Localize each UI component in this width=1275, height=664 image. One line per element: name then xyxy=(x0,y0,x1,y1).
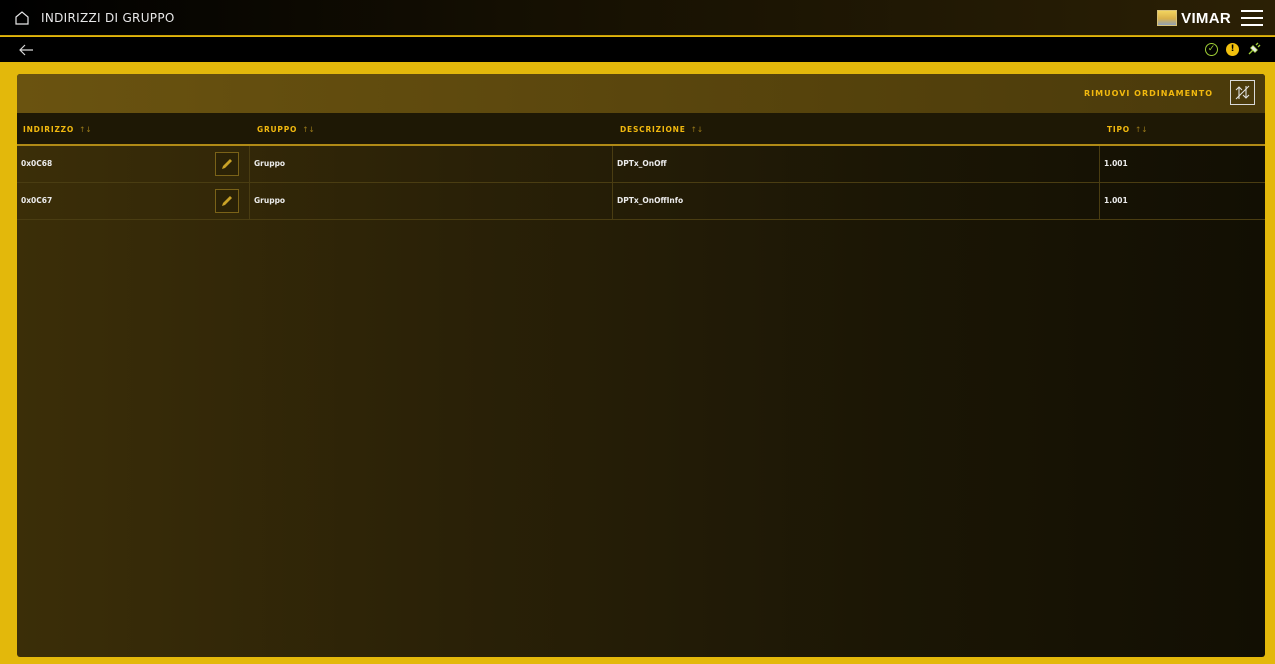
sort-icon: ↑↓ xyxy=(690,125,704,134)
table-row[interactable]: 0x0C67 Gruppo DPTx_OnOffInfo 1.001 xyxy=(17,183,1265,220)
remove-sort-label[interactable]: RIMUOVI ORDINAMENTO xyxy=(1084,89,1213,98)
table-toolbar: RIMUOVI ORDINAMENTO xyxy=(17,74,1265,113)
hamburger-menu-icon[interactable] xyxy=(1241,10,1263,26)
remove-sort-button[interactable] xyxy=(1230,80,1255,105)
sort-icon: ↑↓ xyxy=(1134,125,1148,134)
sort-icon: ↑↓ xyxy=(302,125,315,134)
back-arrow-icon[interactable] xyxy=(18,43,34,57)
pencil-icon xyxy=(222,196,232,206)
home-icon[interactable] xyxy=(14,10,30,26)
plug-icon[interactable] xyxy=(1247,42,1261,56)
title-bar: INDIRIZZI DI GRUPPO VIMAR xyxy=(0,0,1275,36)
brand: VIMAR xyxy=(1157,8,1263,28)
cell-tipo: 1.001 xyxy=(1099,146,1265,182)
table-header: INDIRIZZO ↑↓ GRUPPO ↑↓ DESCRIZIONE ↑↓ TIPO ↑… xyxy=(17,113,1265,146)
column-header-gruppo[interactable]: GRUPPO ↑↓ xyxy=(257,125,315,134)
check-circle-icon: ✓ xyxy=(1205,42,1218,56)
column-header-tipo[interactable]: TIPO ↑↓ xyxy=(1107,125,1148,134)
brand-name: VIMAR xyxy=(1181,9,1231,27)
column-header-indirizzo[interactable]: INDIRIZZO ↑↓ xyxy=(23,125,92,134)
cell-descrizione: DPTx_OnOffInfo xyxy=(612,183,1099,219)
cell-tipo: 1.001 xyxy=(1099,183,1265,219)
sort-icon: ↑↓ xyxy=(79,125,92,134)
edit-button[interactable] xyxy=(215,189,239,213)
page-title: INDIRIZZI DI GRUPPO xyxy=(41,11,175,25)
edit-button[interactable] xyxy=(215,152,239,176)
status-indicators: ✓ ! xyxy=(1205,42,1261,56)
cell-descrizione: DPTx_OnOff xyxy=(612,146,1099,182)
content-panel: RIMUOVI ORDINAMENTO INDIRIZZO ↑↓ GRUPPO ↑↓… xyxy=(17,74,1265,657)
navigation-bar: ✓ ! xyxy=(0,37,1275,62)
cell-gruppo: Gruppo xyxy=(249,146,612,182)
cell-gruppo: Gruppo xyxy=(249,183,612,219)
pencil-icon xyxy=(222,159,232,169)
table-row[interactable]: 0x0C68 Gruppo DPTx_OnOff 1.001 xyxy=(17,146,1265,183)
remove-sort-icon xyxy=(1235,85,1250,100)
warning-icon[interactable]: ! xyxy=(1226,42,1239,56)
column-header-descrizione[interactable]: DESCRIZIONE ↑↓ xyxy=(620,125,703,134)
vimar-logo-icon xyxy=(1157,10,1178,26)
